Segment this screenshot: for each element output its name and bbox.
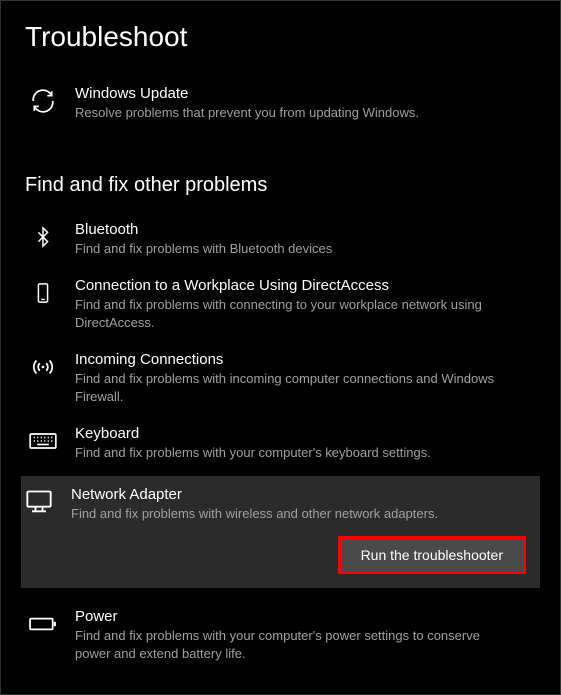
item-bluetooth[interactable]: Bluetooth Find and fix problems with Blu… [25,215,536,272]
item-desc: Find and fix problems with your computer… [75,444,512,462]
monitor-icon [25,488,53,516]
section-title-findfix: Find and fix other problems [25,174,536,197]
item-power[interactable]: Power Find and fix problems with your co… [25,602,536,676]
item-desc: Find and fix problems with Bluetooth dev… [75,240,512,258]
item-content: Keyboard Find and fix problems with your… [75,425,532,462]
signal-icon [29,353,57,381]
item-incoming[interactable]: Incoming Connections Find and fix proble… [25,345,536,419]
page-title: Troubleshoot [25,21,536,53]
item-network-adapter[interactable]: Network Adapter Find and fix problems wi… [21,476,540,537]
item-workplace[interactable]: Connection to a Workplace Using DirectAc… [25,271,536,345]
sync-icon [29,87,57,115]
bluetooth-icon [29,223,57,251]
item-content: Bluetooth Find and fix problems with Blu… [75,221,532,258]
item-content: Incoming Connections Find and fix proble… [75,351,532,405]
item-desc: Find and fix problems with incoming comp… [75,370,512,405]
item-content: Network Adapter Find and fix problems wi… [71,486,536,523]
item-title: Keyboard [75,425,512,442]
item-title: Network Adapter [71,486,516,503]
item-desc: Find and fix problems with your computer… [75,627,512,662]
item-desc: Find and fix problems with connecting to… [75,296,512,331]
item-keyboard[interactable]: Keyboard Find and fix problems with your… [25,419,536,476]
phone-icon [29,279,57,307]
item-desc: Find and fix problems with wireless and … [71,505,516,523]
run-troubleshooter-button[interactable]: Run the troubleshooter [338,536,526,574]
item-windows-update[interactable]: Windows Update Resolve problems that pre… [25,79,536,136]
battery-icon [29,610,57,638]
item-content: Connection to a Workplace Using DirectAc… [75,277,532,331]
keyboard-icon [29,427,57,455]
item-title: Power [75,608,512,625]
run-row: Run the troubleshooter [21,536,540,588]
item-title: Bluetooth [75,221,512,238]
item-title: Connection to a Workplace Using DirectAc… [75,277,512,294]
item-content: Windows Update Resolve problems that pre… [75,85,532,122]
item-title: Windows Update [75,85,512,102]
item-content: Power Find and fix problems with your co… [75,608,532,662]
item-desc: Resolve problems that prevent you from u… [75,104,512,122]
item-title: Incoming Connections [75,351,512,368]
